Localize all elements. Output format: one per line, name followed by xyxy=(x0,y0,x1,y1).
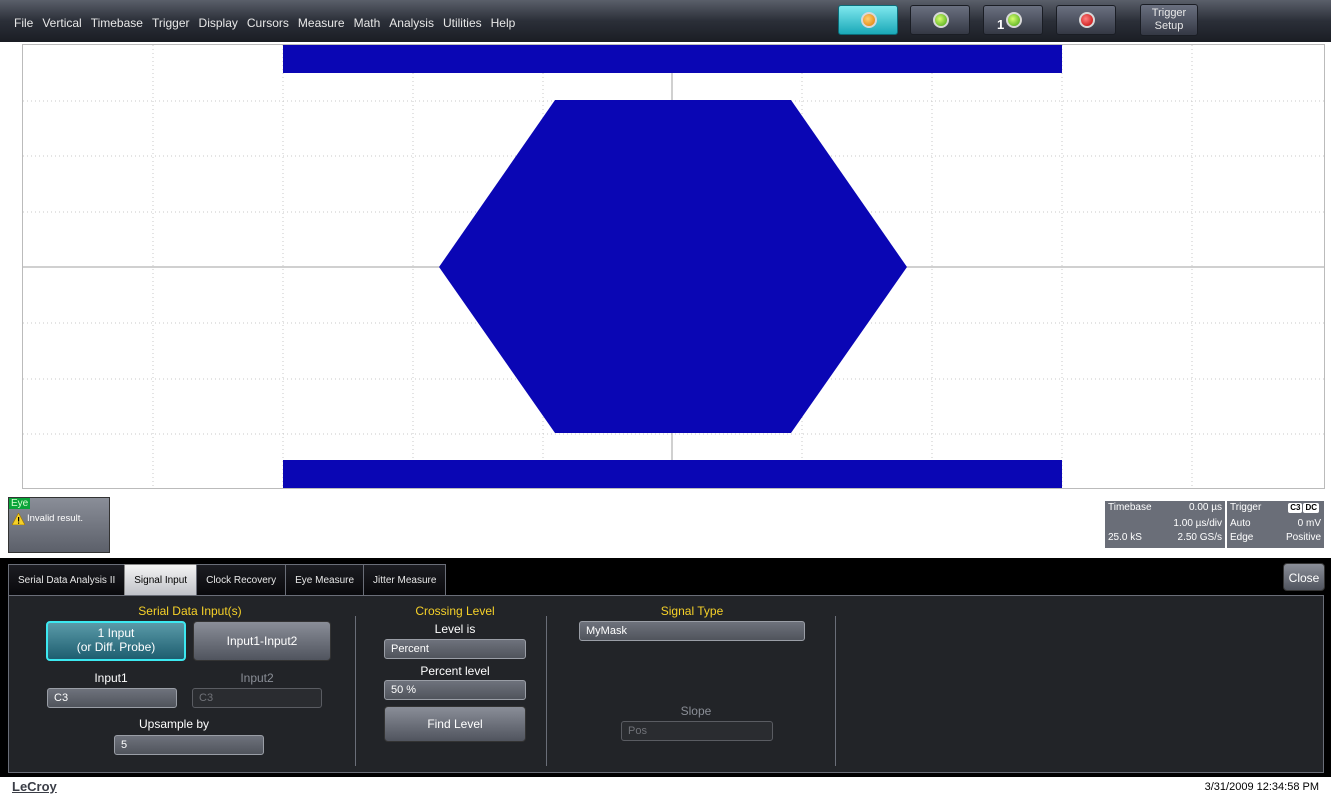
timebase-delay: 0.00 µs xyxy=(1188,502,1222,513)
input1-field[interactable]: C3 xyxy=(47,688,177,708)
trigger-level: 0 mV xyxy=(1297,518,1321,529)
percent-level-field[interactable]: 50 % xyxy=(384,680,526,700)
tab-jitter-measure[interactable]: Jitter Measure xyxy=(363,564,447,595)
stop-trigger-button[interactable] xyxy=(1056,5,1116,35)
trigger-channel-chip: C3 xyxy=(1288,503,1303,513)
menu-help[interactable]: Help xyxy=(491,16,516,30)
one-input-sublabel: (or Diff. Probe) xyxy=(76,640,156,654)
tab-eye-measure[interactable]: Eye Measure xyxy=(285,564,365,595)
slope-field[interactable]: Pos xyxy=(621,721,773,741)
tab-signal-input[interactable]: Signal Input xyxy=(124,564,198,595)
signal-input-panel: Serial Data Input(s) 1 Input (or Diff. P… xyxy=(8,595,1324,773)
menu-timebase[interactable]: Timebase xyxy=(91,16,143,30)
eye-trace-descriptor[interactable]: Eye Invalid result. xyxy=(8,497,110,553)
signal-type-title: Signal Type xyxy=(660,604,724,618)
auto-trigger-button[interactable] xyxy=(838,5,898,35)
trigger-label: Trigger xyxy=(1230,502,1262,513)
single-number: 1 xyxy=(997,17,1005,32)
single-trigger-button[interactable]: 1 xyxy=(983,5,1043,35)
menu-vertical[interactable]: Vertical xyxy=(42,16,81,30)
level-is-label: Level is xyxy=(434,622,476,636)
signal-type-field[interactable]: MyMask xyxy=(579,621,805,641)
brand-logo: LeCroy xyxy=(12,779,57,794)
single-lamp-icon xyxy=(1006,12,1022,28)
dialog-panel: Serial Data Analysis II Signal Input Clo… xyxy=(0,558,1331,777)
normal-lamp-icon xyxy=(933,12,949,28)
warning-icon xyxy=(12,513,25,525)
input2-label: Input2 xyxy=(240,671,274,685)
invalid-result-text: Invalid result. xyxy=(27,513,83,524)
grid-svg xyxy=(23,45,1324,488)
menu-bar: File Vertical Timebase Trigger Display C… xyxy=(0,0,1331,42)
timebase-samples: 25.0 kS xyxy=(1108,532,1142,543)
menu-utilities[interactable]: Utilities xyxy=(443,16,482,30)
auto-lamp-icon xyxy=(861,12,877,28)
separator-1 xyxy=(355,616,356,766)
trigger-source-chips: C3 DC xyxy=(1288,503,1319,513)
eye-mask-center xyxy=(439,100,907,433)
trigger-setup-label-1: Trigger xyxy=(1151,7,1187,19)
slope-label: Slope xyxy=(680,704,712,718)
normal-trigger-button[interactable] xyxy=(910,5,970,35)
input1-input2-button[interactable]: Input1-Input2 xyxy=(193,621,331,661)
upsample-label: Upsample by xyxy=(138,717,210,731)
menu-measure[interactable]: Measure xyxy=(298,16,345,30)
trigger-type: Edge xyxy=(1230,532,1254,543)
trigger-slope: Positive xyxy=(1285,532,1321,543)
crossing-level-title: Crossing Level xyxy=(415,604,495,618)
stop-lamp-icon xyxy=(1079,12,1095,28)
trigger-coupling-chip: DC xyxy=(1303,503,1319,513)
menu-math[interactable]: Math xyxy=(354,16,381,30)
eye-mask-bottom xyxy=(283,460,1062,488)
menu-file[interactable]: File xyxy=(14,16,33,30)
timestamp: 3/31/2009 12:34:58 PM xyxy=(1204,781,1319,793)
one-input-label: 1 Input xyxy=(97,626,135,640)
trigger-setup-label-2: Setup xyxy=(1154,20,1184,32)
menu-display[interactable]: Display xyxy=(199,16,238,30)
trigger-setup-button[interactable]: Trigger Setup xyxy=(1140,4,1198,36)
find-level-button[interactable]: Find Level xyxy=(384,706,526,742)
menu-cursors[interactable]: Cursors xyxy=(247,16,289,30)
percent-level-label: Percent level xyxy=(420,664,490,678)
upsample-field[interactable]: 5 xyxy=(114,735,264,755)
menu-trigger[interactable]: Trigger xyxy=(152,16,190,30)
input1-label: Input1 xyxy=(94,671,128,685)
serial-input-title: Serial Data Input(s) xyxy=(138,604,242,618)
tab-serial-data-analysis[interactable]: Serial Data Analysis II xyxy=(8,564,126,595)
timebase-descriptor[interactable]: Timebase 0.00 µs 1.00 µs/div 25.0 kS 2.5… xyxy=(1105,501,1225,548)
trigger-descriptor[interactable]: Trigger C3 DC Auto 0 mV Edge Positive xyxy=(1227,501,1324,548)
level-is-field[interactable]: Percent xyxy=(384,639,526,659)
timebase-rate: 2.50 GS/s xyxy=(1177,532,1222,543)
eye-tag: Eye xyxy=(9,498,31,509)
timebase-label: Timebase xyxy=(1108,502,1152,513)
dialog-tabs: Serial Data Analysis II Signal Input Clo… xyxy=(8,564,447,595)
tab-clock-recovery[interactable]: Clock Recovery xyxy=(196,564,287,595)
menu-items: File Vertical Timebase Trigger Display C… xyxy=(14,16,524,30)
separator-2 xyxy=(546,616,547,766)
menu-analysis[interactable]: Analysis xyxy=(389,16,434,30)
close-button[interactable]: Close xyxy=(1283,563,1325,591)
one-input-button[interactable]: 1 Input (or Diff. Probe) xyxy=(46,621,186,661)
timebase-per-div: 1.00 µs/div xyxy=(1173,518,1222,529)
separator-3 xyxy=(835,616,836,766)
waveform-grid[interactable] xyxy=(22,44,1325,489)
trigger-mode: Auto xyxy=(1230,518,1251,529)
eye-mask-top xyxy=(283,45,1062,73)
input2-field[interactable]: C3 xyxy=(192,688,322,708)
